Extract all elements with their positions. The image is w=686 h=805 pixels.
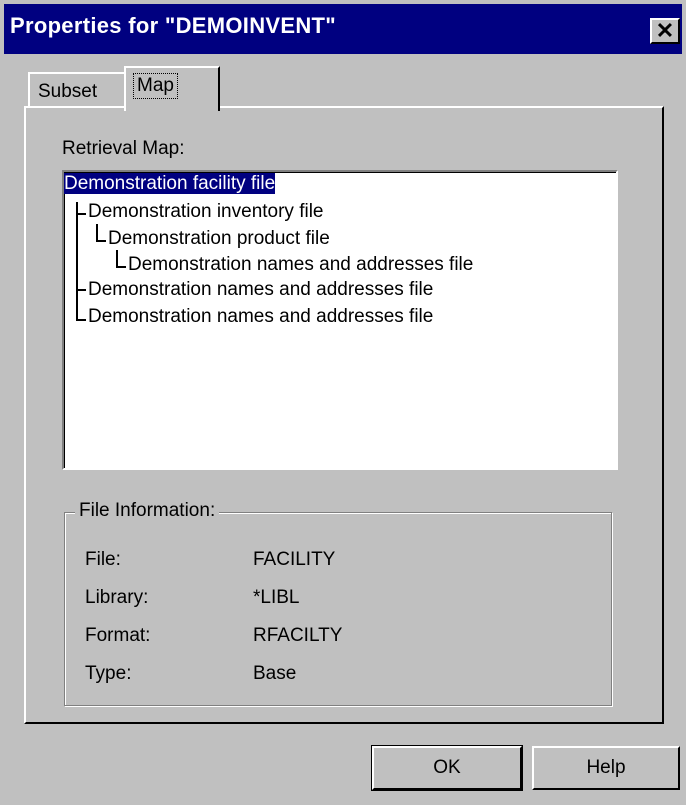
file-information-group: File Information: File: FACILITY Library… xyxy=(64,500,612,706)
tree-node-label: Demonstration facility file xyxy=(64,173,276,194)
tree-connector xyxy=(96,240,106,242)
tree-node-label: Demonstration inventory file xyxy=(88,201,324,222)
tree-node-names-addresses[interactable]: Demonstration names and addresses file xyxy=(128,253,473,277)
tree-connector xyxy=(116,266,126,268)
info-label: Library: xyxy=(85,587,149,608)
tree-node-label: Demonstration names and addresses file xyxy=(88,279,434,300)
tree-node-names-addresses[interactable]: Demonstration names and addresses file xyxy=(88,278,433,302)
tab-subset-label: Subset xyxy=(38,81,98,102)
tree-connector xyxy=(76,202,78,321)
window-title: Properties for "DEMOINVENT" xyxy=(10,13,337,38)
tree-connector xyxy=(76,289,86,291)
title-bar[interactable]: Properties for "DEMOINVENT" ✕ xyxy=(4,4,682,54)
tab-subset[interactable]: Subset xyxy=(28,72,126,108)
tree-node-label: Demonstration names and addresses file xyxy=(88,306,434,327)
info-value: RFACILTY xyxy=(253,625,343,646)
tab-map-label: Map xyxy=(133,73,178,99)
tree-node-label: Demonstration names and addresses file xyxy=(128,254,474,275)
file-information-title: File Information: xyxy=(75,500,220,522)
tab-map[interactable]: Map xyxy=(124,66,220,111)
ok-button[interactable]: OK xyxy=(371,745,523,791)
info-label: File: xyxy=(85,549,121,570)
info-value: *LIBL xyxy=(253,587,300,608)
tree-node-inventory[interactable]: Demonstration inventory file xyxy=(88,200,324,224)
tree-connector xyxy=(76,213,86,215)
tree-node-names-addresses[interactable]: Demonstration names and addresses file xyxy=(88,305,433,329)
tree-connector xyxy=(76,319,86,321)
retrieval-map-label: Retrieval Map: xyxy=(62,138,185,159)
info-label: Format: xyxy=(85,625,151,646)
info-label: Type: xyxy=(85,663,132,684)
retrieval-map-tree[interactable]: Demonstration facility file Demonstratio… xyxy=(62,170,618,470)
info-value: Base xyxy=(253,663,297,684)
close-button[interactable]: ✕ xyxy=(650,18,680,44)
properties-dialog: Properties for "DEMOINVENT" ✕ Subset Map… xyxy=(0,0,686,805)
tree-node-label: Demonstration product file xyxy=(108,228,330,249)
info-value: FACILITY xyxy=(253,549,336,570)
close-icon: ✕ xyxy=(655,18,675,43)
tree-node-facility[interactable]: Demonstration facility file xyxy=(64,172,276,196)
map-tab-page: Retrieval Map: Demonstration facility fi… xyxy=(24,106,664,724)
tree-node-product[interactable]: Demonstration product file xyxy=(108,227,330,251)
help-button[interactable]: Help xyxy=(532,746,680,790)
